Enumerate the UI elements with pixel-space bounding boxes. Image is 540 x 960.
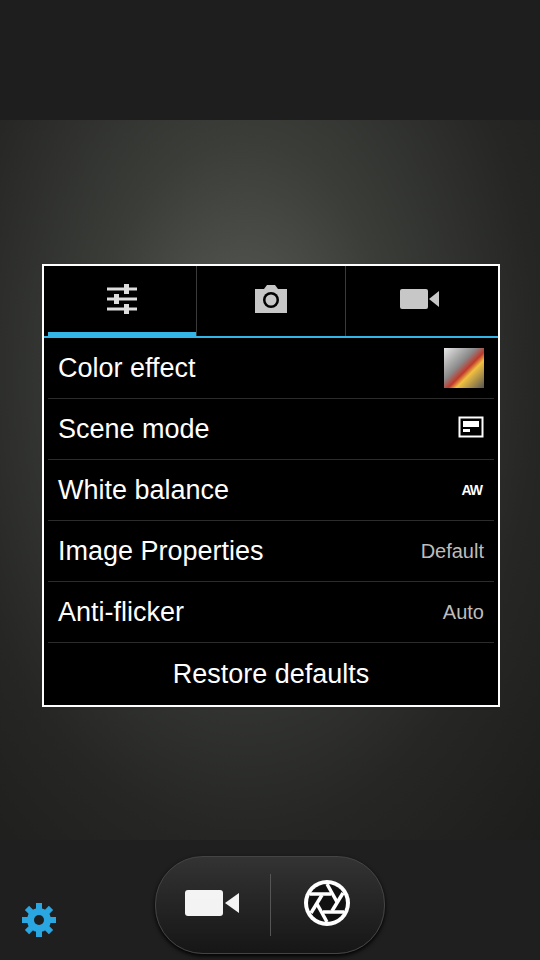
video-settings-icon: [400, 287, 440, 315]
setting-value: Default: [421, 540, 484, 563]
settings-tab[interactable]: [48, 266, 196, 336]
status-area: [0, 0, 540, 120]
general-settings-icon: [105, 283, 139, 319]
setting-value: [458, 416, 484, 443]
photo-settings-icon: [253, 285, 289, 317]
setting-row[interactable]: Scene mode: [48, 399, 494, 460]
setting-row[interactable]: White balance AW: [48, 460, 494, 521]
setting-value: AW: [459, 480, 484, 500]
settings-tabs: [44, 266, 498, 338]
setting-value: Auto: [443, 601, 484, 624]
settings-tab[interactable]: [345, 266, 494, 336]
control-bar: [0, 840, 540, 960]
video-camera-icon: [185, 888, 241, 922]
video-button[interactable]: [156, 888, 270, 922]
shutter-aperture-icon: [302, 878, 352, 932]
setting-value-text: Auto: [443, 601, 484, 624]
shutter-button[interactable]: [271, 878, 385, 932]
setting-value: [444, 348, 484, 388]
setting-label: Image Properties: [58, 536, 264, 567]
white-balance-badge: AW: [459, 480, 484, 500]
setting-row[interactable]: Image Properties Default: [48, 521, 494, 582]
scene-mode-icon: [458, 416, 484, 443]
setting-label: White balance: [58, 475, 229, 506]
setting-label: Anti-flicker: [58, 597, 184, 628]
mode-divider: [270, 874, 271, 936]
camera-preview: Color effect Scene mode White balance AW Ima…: [0, 120, 540, 840]
setting-label: Scene mode: [58, 414, 210, 445]
settings-panel: Color effect Scene mode White balance AW Ima…: [42, 264, 500, 707]
color-effect-thumbnail: [444, 348, 484, 388]
setting-label: Color effect: [58, 353, 196, 384]
setting-row[interactable]: Color effect: [48, 338, 494, 399]
setting-value-text: Default: [421, 540, 484, 563]
setting-row[interactable]: Anti-flicker Auto: [48, 582, 494, 643]
mode-switch: [155, 856, 385, 954]
restore-defaults-button[interactable]: Restore defaults: [44, 643, 498, 705]
gear-icon[interactable]: [21, 902, 57, 938]
settings-tab[interactable]: [196, 266, 345, 336]
